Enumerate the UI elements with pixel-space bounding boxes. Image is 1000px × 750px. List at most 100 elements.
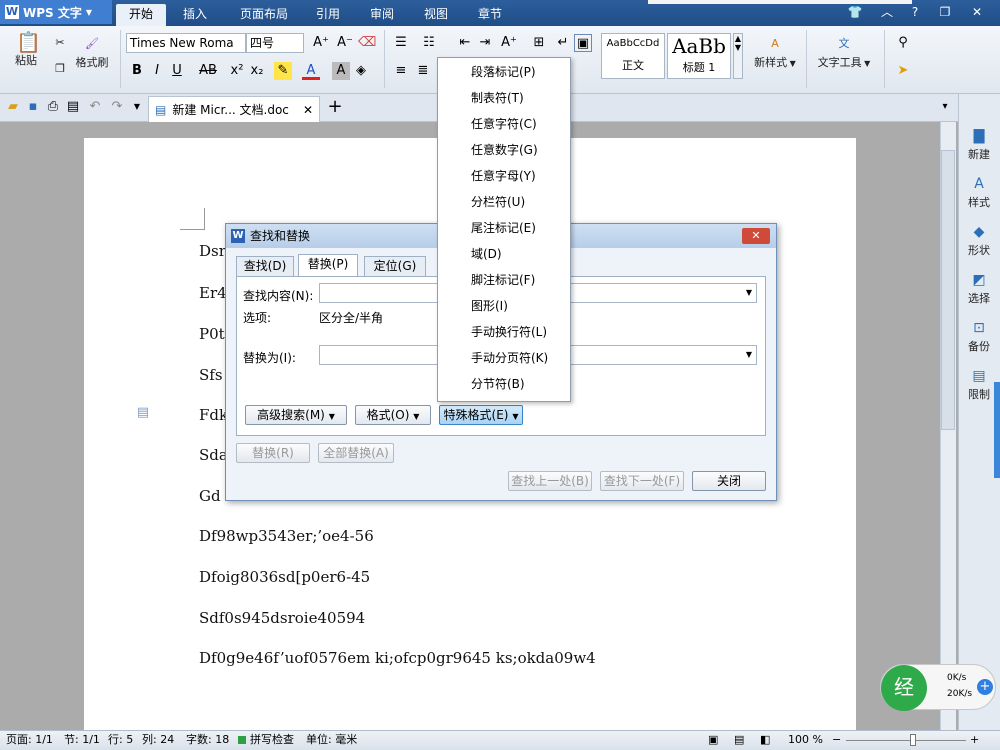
- status-spell-check[interactable]: 拼写检查: [250, 731, 294, 749]
- style-heading1-button[interactable]: AaBb 标题 1: [667, 33, 731, 79]
- zoom-in-icon[interactable]: +: [970, 731, 979, 749]
- bullets-icon[interactable]: ☰: [392, 34, 410, 52]
- menu-item-any-digit[interactable]: 任意数字(G): [438, 137, 570, 163]
- tab-view[interactable]: 视图: [416, 4, 456, 26]
- format-painter-button[interactable]: 🖌 格式刷: [72, 34, 112, 70]
- menu-item-graphic[interactable]: 图形(I): [438, 293, 570, 319]
- tab-find[interactable]: 查找(D): [236, 256, 294, 276]
- sidebar-item-new[interactable]: ▇ 新建: [958, 128, 1000, 162]
- special-format-button[interactable]: 特殊格式(E) ▼: [439, 405, 523, 425]
- close-tab-icon[interactable]: ✕: [303, 103, 313, 117]
- zoom-out-icon[interactable]: −: [832, 731, 841, 749]
- font-name-select[interactable]: Times New Roma: [126, 33, 246, 53]
- shrink-font-icon[interactable]: A⁻: [336, 34, 354, 52]
- find-next-button[interactable]: 查找下一处(F): [600, 471, 684, 491]
- quick-access-dropdown-icon[interactable]: ▼: [128, 98, 146, 116]
- sidebar-item-select[interactable]: ◩ 选择: [958, 272, 1000, 306]
- tab-home[interactable]: 开始: [116, 4, 166, 26]
- new-tab-icon[interactable]: +: [326, 98, 344, 116]
- decrease-indent-icon[interactable]: ⇤: [456, 34, 474, 52]
- status-word-count[interactable]: 字数: 18: [186, 731, 229, 749]
- tab-review[interactable]: 审阅: [362, 4, 402, 26]
- paste-button[interactable]: 📋 粘贴: [6, 32, 46, 68]
- paragraph-mark-icon[interactable]: ↵: [554, 34, 572, 52]
- clear-format-icon[interactable]: ⌫: [358, 34, 376, 52]
- text-direction-icon[interactable]: A⁺: [500, 34, 518, 52]
- menu-item-section-break[interactable]: 分节符(B): [438, 371, 570, 397]
- undo-icon[interactable]: ↶: [86, 98, 104, 116]
- menu-item-paragraph-mark[interactable]: 段落标记(P): [438, 59, 570, 85]
- menu-item-any-char[interactable]: 任意字符(C): [438, 111, 570, 137]
- close-window-icon[interactable]: ✕: [966, 4, 988, 20]
- collapse-ribbon-icon[interactable]: ︿: [876, 4, 898, 20]
- menu-item-column-break[interactable]: 分栏符(U): [438, 189, 570, 215]
- close-button[interactable]: 关闭: [692, 471, 766, 491]
- cut-icon[interactable]: ✂: [52, 36, 68, 49]
- font-color-icon[interactable]: A: [302, 62, 320, 80]
- print-preview-icon[interactable]: ▤: [64, 98, 82, 116]
- char-shading-icon[interactable]: A: [332, 62, 350, 80]
- scrollbar-thumb[interactable]: [941, 150, 955, 430]
- tab-goto[interactable]: 定位(G): [364, 256, 426, 276]
- menu-item-manual-page-break[interactable]: 手动分页符(K): [438, 345, 570, 371]
- char-border-icon[interactable]: ◈: [352, 62, 370, 80]
- menu-item-endnote-mark[interactable]: 尾注标记(E): [438, 215, 570, 241]
- sidebar-item-backup[interactable]: ⊡ 备份: [958, 320, 1000, 354]
- format-button[interactable]: 格式(O) ▼: [355, 405, 431, 425]
- network-speed-widget[interactable]: 经 0K/s 20K/s +: [880, 664, 996, 711]
- table-icon[interactable]: ⊞: [530, 34, 548, 52]
- print-icon[interactable]: ⎙: [44, 98, 62, 116]
- replace-button[interactable]: 替换(R): [236, 443, 310, 463]
- tab-page-layout[interactable]: 页面布局: [232, 4, 296, 26]
- menu-item-tab-char[interactable]: 制表符(T): [438, 85, 570, 111]
- tab-options-icon[interactable]: ▾: [936, 98, 954, 116]
- strikethrough-icon[interactable]: AB: [196, 62, 220, 80]
- dialog-close-icon[interactable]: ✕: [742, 228, 770, 244]
- sidebar-collapse-handle[interactable]: [994, 382, 1000, 478]
- select-cursor-icon[interactable]: ➤: [894, 62, 912, 80]
- highlight-icon[interactable]: ✎: [274, 62, 292, 80]
- font-size-select[interactable]: 四号: [246, 33, 304, 53]
- help-icon[interactable]: ?: [904, 4, 926, 20]
- subscript-icon[interactable]: x₂: [248, 62, 266, 80]
- tab-insert[interactable]: 插入: [174, 4, 216, 26]
- copy-icon[interactable]: ❐: [52, 62, 68, 75]
- redo-icon[interactable]: ↷: [108, 98, 126, 116]
- paragraph-options-icon[interactable]: ▤: [134, 404, 152, 422]
- text-tools-button[interactable]: 文 文字工具 ▼: [812, 34, 876, 70]
- zoom-level[interactable]: 100 %: [788, 731, 823, 749]
- outline-view-icon[interactable]: ▤: [734, 731, 744, 749]
- grow-font-icon[interactable]: A⁺: [312, 34, 330, 52]
- tab-replace[interactable]: 替换(P): [298, 254, 358, 277]
- skin-icon[interactable]: 👕: [844, 4, 866, 20]
- sidebar-item-shapes[interactable]: ◆ 形状: [958, 224, 1000, 258]
- tab-chapter[interactable]: 章节: [470, 4, 510, 26]
- new-style-button[interactable]: A 新样式 ▼: [748, 34, 802, 70]
- app-menu-button[interactable]: W WPS 文字 ▼: [0, 0, 112, 24]
- advanced-search-button[interactable]: 高级搜索(M) ▼: [245, 405, 347, 425]
- style-scroll[interactable]: ▲ ▼: [733, 33, 743, 79]
- web-view-icon[interactable]: ◧: [760, 731, 770, 749]
- find-binoculars-icon[interactable]: ⚲: [894, 34, 912, 52]
- zoom-slider-thumb[interactable]: [910, 734, 916, 746]
- save-icon[interactable]: ▪: [24, 98, 42, 116]
- page-view-icon[interactable]: ▣: [708, 731, 718, 749]
- bold-icon[interactable]: B: [128, 62, 146, 80]
- align-left-icon[interactable]: ≡: [392, 62, 410, 80]
- document-tab[interactable]: ▤ 新建 Micr... 文档.doc ✕: [148, 96, 320, 122]
- restore-icon[interactable]: ❐: [934, 4, 956, 20]
- find-previous-button[interactable]: 查找上一处(B): [508, 471, 592, 491]
- tab-references[interactable]: 引用: [308, 4, 348, 26]
- show-marks-icon[interactable]: ▣: [574, 34, 592, 52]
- superscript-icon[interactable]: x²: [228, 62, 246, 80]
- menu-item-manual-line-break[interactable]: 手动换行符(L): [438, 319, 570, 345]
- open-folder-icon[interactable]: ▰: [4, 98, 22, 116]
- sidebar-item-styles[interactable]: A 样式: [958, 176, 1000, 210]
- replace-all-button[interactable]: 全部替换(A): [318, 443, 394, 463]
- numbering-icon[interactable]: ☷: [420, 34, 438, 52]
- align-center-icon[interactable]: ≣: [414, 62, 432, 80]
- increase-indent-icon[interactable]: ⇥: [476, 34, 494, 52]
- style-normal-button[interactable]: AaBbCcDd 正文: [601, 33, 665, 79]
- italic-icon[interactable]: I: [148, 62, 166, 80]
- status-unit[interactable]: 单位: 毫米: [306, 731, 357, 749]
